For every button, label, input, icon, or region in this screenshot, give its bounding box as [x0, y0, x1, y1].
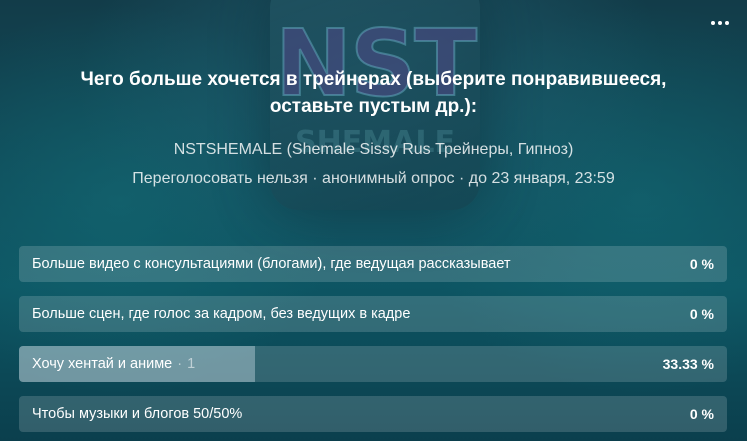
- poll-meta: Переголосовать нельзя · анонимный опрос …: [132, 170, 615, 187]
- poll-author-link[interactable]: NSTSHEMALE (Shemale Sissy Rus Трейнеры, …: [0, 140, 747, 160]
- poll-option-label: Хочу хентай и аниме · 1: [32, 346, 195, 382]
- more-horizontal-icon: [711, 21, 715, 25]
- poll-option-text: Больше видео с консультациями (блогами),…: [32, 256, 511, 272]
- poll-option[interactable]: Больше сцен, где голос за кадром, без ве…: [19, 296, 727, 332]
- poll-option-label: Чтобы музыки и блогов 50/50%: [32, 396, 242, 432]
- poll-option-separator: ·: [177, 356, 183, 372]
- poll-option-text: Хочу хентай и аниме: [32, 356, 173, 372]
- poll-options: Больше видео с консультациями (блогами),…: [19, 246, 727, 441]
- poll-option-text: Больше сцен, где голос за кадром, без ве…: [32, 306, 411, 322]
- poll-option[interactable]: Хочу хентай и аниме · 1 33.33 %: [19, 346, 727, 382]
- poll-option-percent: 0 %: [689, 306, 714, 322]
- poll-option[interactable]: Больше видео с консультациями (блогами),…: [19, 246, 727, 282]
- poll-option-percent: 33.33 %: [662, 356, 714, 372]
- poll-option-text: Чтобы музыки и блогов 50/50%: [32, 406, 243, 422]
- more-horizontal-icon-dot: [718, 21, 722, 25]
- poll-question: Чего больше хочется в трейнерах (выберит…: [80, 69, 667, 117]
- poll-option-label: Больше видео с консультациями (блогами),…: [32, 246, 511, 282]
- more-options-button[interactable]: [707, 12, 733, 34]
- poll-option-percent: 0 %: [689, 256, 714, 272]
- poll-option[interactable]: Чтобы музыки и блогов 50/50% 0 %: [19, 396, 727, 432]
- poll-card: NST SHEMALE Чего больше хочется в трейне…: [0, 0, 747, 441]
- more-horizontal-icon-dot: [725, 21, 729, 25]
- poll-option-label: Больше сцен, где голос за кадром, без ве…: [32, 296, 410, 332]
- poll-option-count: 1: [187, 356, 196, 372]
- poll-option-percent: 0 %: [689, 406, 714, 422]
